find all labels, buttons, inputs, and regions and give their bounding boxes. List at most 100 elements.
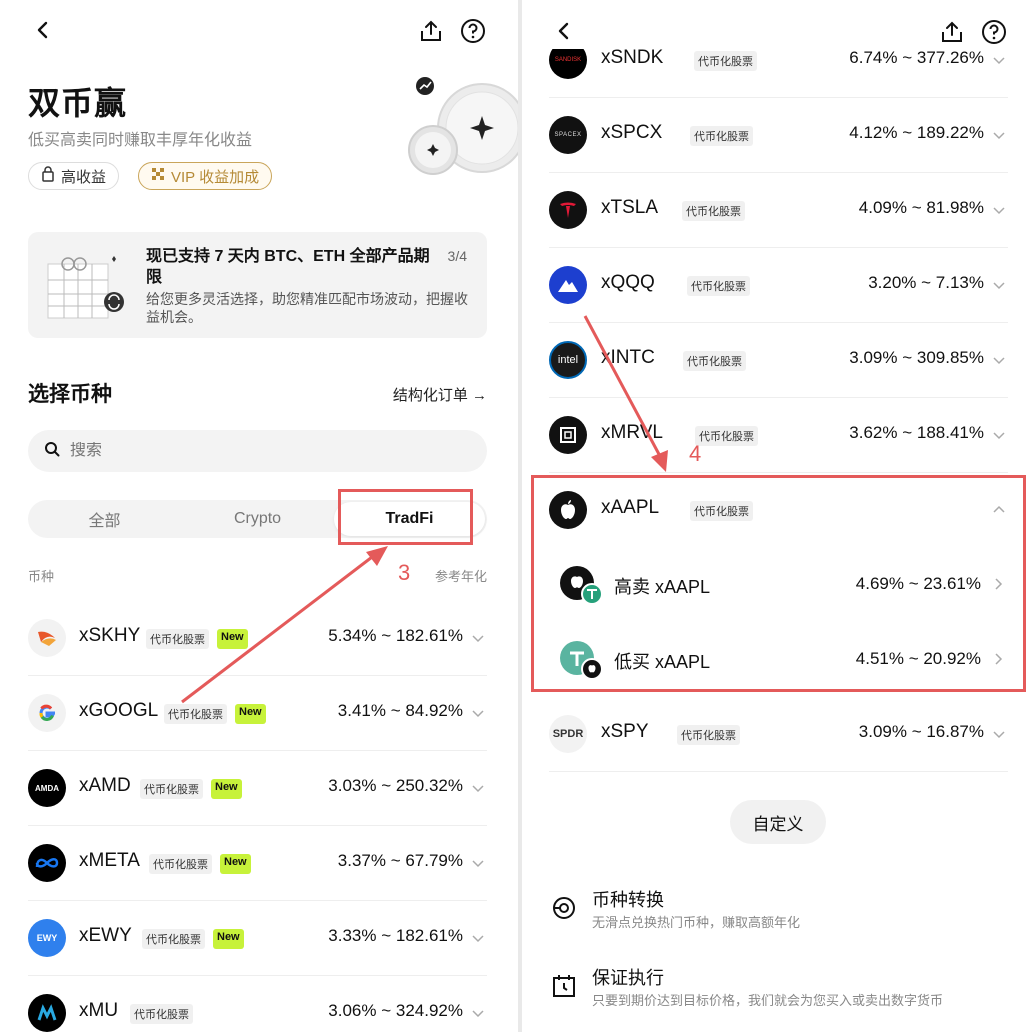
micron-logo-icon bbox=[28, 994, 66, 1032]
feature-title: 保证执行 bbox=[592, 968, 664, 988]
apr-range: 4.12% ~ 189.22% bbox=[849, 123, 984, 142]
tokenized-stock-badge: 代币化股票 bbox=[149, 854, 212, 874]
apr-range: 3.20% ~ 7.13% bbox=[868, 273, 984, 292]
apr-range: 6.74% ~ 377.26% bbox=[849, 48, 984, 67]
spdr-logo-icon: SPDR bbox=[549, 715, 587, 753]
vip-tag[interactable]: VIP 收益加成 bbox=[138, 162, 273, 190]
page-subtitle: 低买高卖同时赚取丰厚年化收益 bbox=[28, 132, 253, 149]
chevron-down-icon bbox=[472, 785, 484, 793]
chevron-down-icon bbox=[993, 731, 1005, 739]
convert-icon bbox=[553, 897, 575, 919]
tesla-logo-icon bbox=[549, 191, 587, 229]
chevron-down-icon bbox=[993, 357, 1005, 365]
left-panel: 双币赢 低买高卖同时赚取丰厚年化收益 高收益 VIP 收益加成 现已支持 7 天… bbox=[0, 0, 518, 1032]
help-icon[interactable] bbox=[979, 17, 1009, 47]
column-apr: 参考年化 bbox=[434, 569, 487, 584]
high-yield-tag: 高收益 bbox=[28, 162, 120, 190]
coin-symbol: xTSLA bbox=[601, 197, 659, 218]
chevron-down-icon bbox=[472, 635, 484, 643]
coin-row-xewy[interactable]: EWY xEWY 代币化股票 New 3.33% ~ 182.61% bbox=[28, 901, 487, 976]
coin-symbol: xSNDK bbox=[601, 47, 664, 68]
tokenized-stock-badge: 代币化股票 bbox=[682, 201, 745, 221]
google-logo-icon bbox=[28, 694, 66, 732]
coin-row-xamd[interactable]: AMDA xAMD 代币化股票 New 3.03% ~ 250.32% bbox=[28, 751, 487, 826]
lock-icon bbox=[41, 166, 55, 186]
coin-row-xmu[interactable]: xMU 代币化股票 3.06% ~ 324.92% bbox=[28, 976, 487, 1032]
chevron-down-icon bbox=[472, 935, 484, 943]
coin-row-xmeta[interactable]: xMETA 代币化股票 New 3.37% ~ 67.79% bbox=[28, 826, 487, 901]
feature-desc: 无滑点兑换热门币种，赚取高额年化 bbox=[592, 915, 801, 930]
search-input[interactable] bbox=[70, 442, 450, 460]
calendar-illustration bbox=[47, 256, 124, 319]
share-icon[interactable] bbox=[937, 17, 967, 47]
apr-range: 4.09% ~ 81.98% bbox=[858, 198, 984, 217]
chevron-down-icon bbox=[993, 132, 1005, 140]
coins-illustration bbox=[408, 77, 518, 175]
coin-symbol: xAMD bbox=[79, 775, 131, 796]
search-icon bbox=[44, 441, 60, 462]
tokenized-stock-badge: 代币化股票 bbox=[695, 426, 758, 446]
coin-symbol: xMETA bbox=[79, 850, 140, 871]
coin-row-xspcx[interactable]: SPACEX xSPCX 代币化股票 4.12% ~ 189.22% bbox=[549, 98, 1008, 173]
tokenized-stock-badge: 代币化股票 bbox=[687, 276, 750, 296]
section-title: 选择币种 bbox=[28, 383, 112, 406]
annotation-step-4: 4 bbox=[689, 441, 702, 466]
coin-symbol: xEWY bbox=[79, 925, 132, 946]
new-badge: New bbox=[220, 854, 251, 874]
coin-symbol: xSPCX bbox=[601, 122, 663, 143]
tokenized-stock-badge: 代币化股票 bbox=[140, 779, 203, 799]
feature-coin-convert[interactable]: 币种转换 无滑点兑换热门币种，赚取高额年化 bbox=[550, 886, 1010, 938]
chevron-down-icon bbox=[472, 710, 484, 718]
annotation-arrow-4 bbox=[583, 315, 668, 472]
highlight-tradfi-box bbox=[338, 489, 473, 545]
feature-title: 币种转换 bbox=[592, 890, 664, 910]
annotation-arrow-3 bbox=[181, 546, 388, 704]
chevron-down-icon bbox=[993, 432, 1005, 440]
tokenized-stock-badge: 代币化股票 bbox=[690, 126, 753, 146]
right-panel: SANDISK xSNDK 代币化股票 6.74% ~ 377.26% SPAC… bbox=[522, 0, 1035, 1032]
new-badge: New bbox=[211, 779, 242, 799]
back-icon[interactable] bbox=[28, 15, 58, 45]
feature-desc: 只要到期价达到目标价格，我们就会为您买入或卖出数字货币 bbox=[592, 993, 944, 1008]
back-icon[interactable] bbox=[549, 16, 579, 46]
meta-logo-icon bbox=[28, 844, 66, 882]
tab-crypto[interactable]: Crypto bbox=[181, 500, 334, 538]
banner-title: 现已支持 7 天内 BTC、ETH 全部产品期限 bbox=[146, 248, 430, 286]
sandisk-logo-icon: SANDISK bbox=[549, 49, 587, 79]
coin-symbol: xMU bbox=[79, 1000, 119, 1021]
coin-row-xtsla[interactable]: xTSLA 代币化股票 4.09% ~ 81.98% bbox=[549, 173, 1008, 248]
skhy-logo-icon bbox=[28, 619, 66, 657]
vip-icon bbox=[151, 167, 165, 185]
apr-range: 3.09% ~ 16.87% bbox=[858, 722, 984, 741]
structured-order-link[interactable]: 结构化订单 → bbox=[393, 384, 487, 405]
invesco-logo-icon bbox=[549, 266, 587, 304]
coin-symbol: xSKHY bbox=[79, 625, 141, 646]
help-icon[interactable] bbox=[458, 16, 488, 46]
promo-banner[interactable]: 现已支持 7 天内 BTC、ETH 全部产品期限 给您更多灵活选择，助您精准匹配… bbox=[28, 232, 487, 338]
search-bar[interactable] bbox=[28, 430, 487, 472]
chevron-down-icon bbox=[993, 57, 1005, 65]
apr-range: 3.33% ~ 182.61% bbox=[328, 926, 463, 945]
share-icon[interactable] bbox=[416, 16, 446, 46]
customize-button[interactable]: 自定义 bbox=[730, 800, 826, 844]
tab-all[interactable]: 全部 bbox=[28, 500, 181, 538]
page-title: 双币赢 bbox=[28, 85, 128, 121]
tokenized-stock-badge: 代币化股票 bbox=[677, 725, 740, 745]
tokenized-stock-badge: 代币化股票 bbox=[683, 351, 746, 371]
chevron-down-icon bbox=[472, 860, 484, 868]
tokenized-stock-badge: 代币化股票 bbox=[694, 51, 757, 71]
chevron-down-icon bbox=[993, 282, 1005, 290]
tokenized-stock-badge: 代币化股票 bbox=[130, 1004, 193, 1024]
apr-range: 3.03% ~ 250.32% bbox=[328, 776, 463, 795]
apr-range: 3.09% ~ 309.85% bbox=[849, 348, 984, 367]
clock-calendar-icon bbox=[553, 975, 575, 997]
coin-row-xspy[interactable]: SPDR xSPY 代币化股票 3.09% ~ 16.87% bbox=[549, 697, 1008, 772]
coin-symbol: xSPY bbox=[601, 721, 649, 742]
new-badge: New bbox=[213, 929, 244, 949]
chevron-down-icon bbox=[993, 207, 1005, 215]
feature-guaranteed-execution[interactable]: 保证执行 只要到期价达到目标价格，我们就会为您买入或卖出数字货币 bbox=[550, 964, 1010, 1016]
coin-symbol: xQQQ bbox=[601, 272, 655, 293]
column-coin: 币种 bbox=[28, 569, 55, 584]
highlight-xaapl-box bbox=[531, 475, 1026, 692]
coin-symbol: xGOOGL bbox=[79, 700, 159, 721]
